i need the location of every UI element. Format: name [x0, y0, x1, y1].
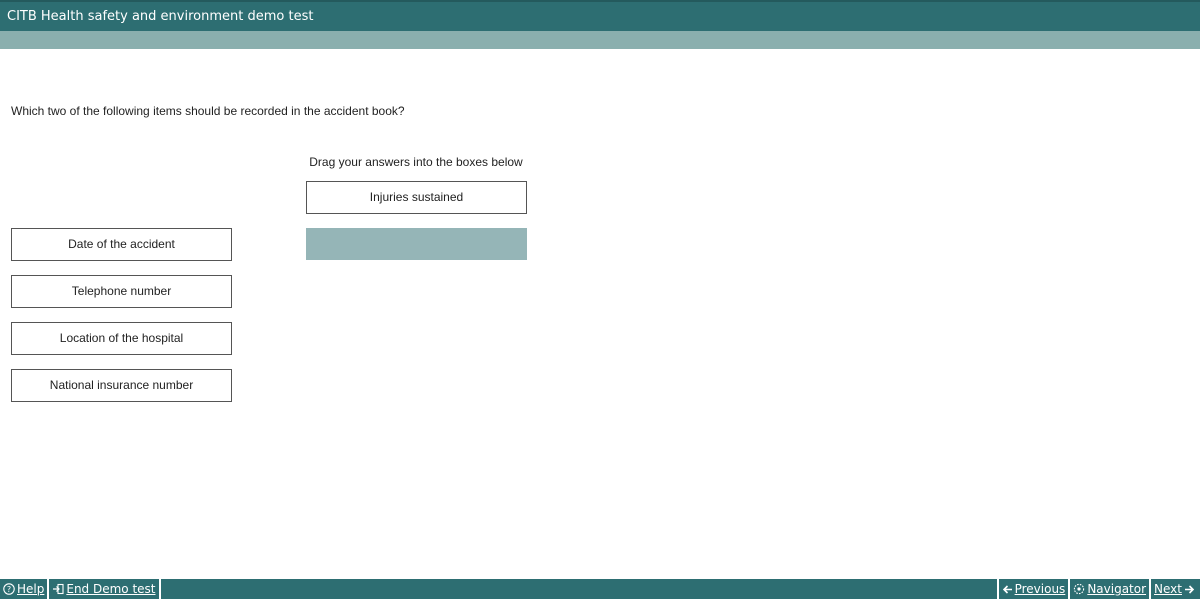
end-demo-test-button[interactable]: End Demo test [49, 579, 158, 599]
answer-box-1[interactable]: Injuries sustained [306, 181, 527, 214]
drag-instruction: Drag your answers into the boxes below [309, 155, 523, 169]
next-button[interactable]: Next [1151, 579, 1200, 599]
previous-button[interactable]: Previous [999, 579, 1069, 599]
previous-label: Previous [1014, 582, 1066, 596]
answer-box-2[interactable] [306, 228, 527, 260]
app-title: CITB Health safety and environment demo … [7, 9, 314, 24]
option-telephone-number[interactable]: Telephone number [11, 275, 232, 308]
exit-icon [52, 583, 64, 595]
option-date-of-accident[interactable]: Date of the accident [11, 228, 232, 261]
test-page: CITB Health safety and environment demo … [0, 0, 1200, 599]
svg-text:?: ? [7, 585, 11, 594]
question-text: Which two of the following items should … [11, 104, 405, 118]
navigator-icon [1073, 583, 1085, 595]
help-button[interactable]: ? Help [0, 579, 47, 599]
arrow-left-icon [1002, 584, 1013, 595]
end-demo-test-label: End Demo test [66, 582, 156, 596]
footer-divider [158, 579, 161, 599]
option-location-of-hospital[interactable]: Location of the hospital [11, 322, 232, 355]
title-bar: CITB Health safety and environment demo … [0, 0, 1200, 31]
next-label: Next [1154, 582, 1182, 596]
sub-header-bar [0, 31, 1200, 49]
navigator-label: Navigator [1087, 582, 1147, 596]
help-label: Help [17, 582, 45, 596]
option-national-insurance-number[interactable]: National insurance number [11, 369, 232, 402]
arrow-right-icon [1184, 584, 1195, 595]
footer-toolbar: ? Help End Demo test Previous Navigator … [0, 579, 1200, 599]
navigator-button[interactable]: Navigator [1070, 579, 1149, 599]
help-icon: ? [3, 583, 15, 595]
